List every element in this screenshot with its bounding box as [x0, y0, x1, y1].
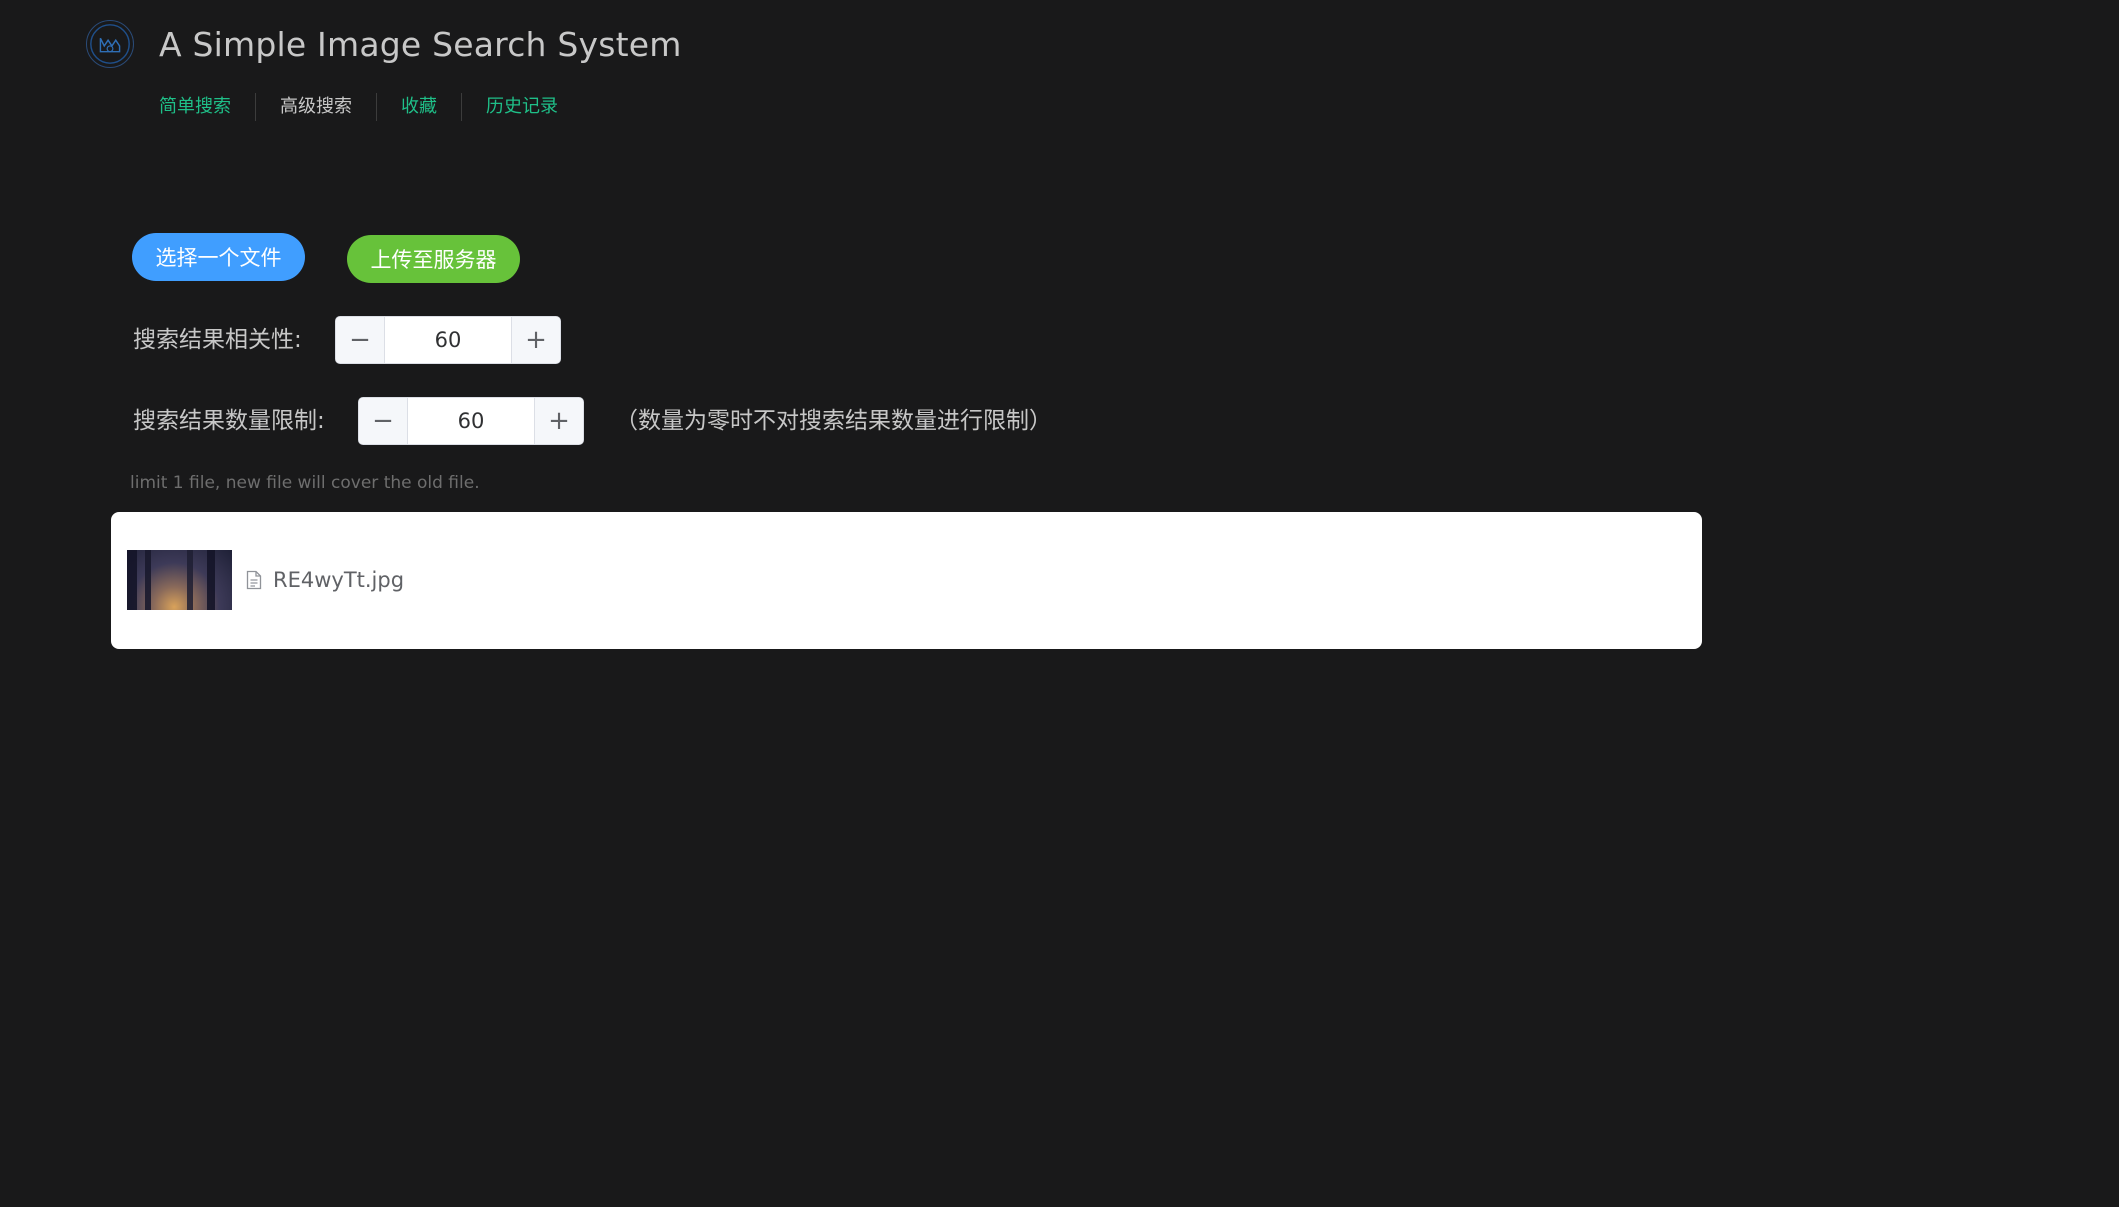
nav-divider — [376, 93, 377, 121]
nav-advanced-search[interactable]: 高级搜索 — [280, 90, 352, 124]
relevance-input[interactable] — [385, 317, 511, 363]
result-limit-stepper: − + — [358, 397, 584, 445]
upload-to-server-button[interactable]: 上传至服务器 — [347, 235, 520, 283]
nav-history[interactable]: 历史记录 — [486, 90, 558, 124]
logo-icon — [86, 20, 134, 68]
limit-decrease-button[interactable]: − — [359, 398, 408, 444]
nav-favorites[interactable]: 收藏 — [401, 90, 437, 124]
result-limit-label: 搜索结果数量限制: — [133, 408, 325, 434]
relevance-increase-button[interactable]: + — [511, 317, 560, 363]
main-nav: 简单搜索 高级搜索 收藏 历史记录 — [159, 90, 558, 124]
app-title: A Simple Image Search System — [159, 25, 682, 64]
upload-tip: limit 1 file, new file will cover the ol… — [130, 473, 480, 493]
file-thumbnail — [127, 550, 232, 610]
nav-simple-search[interactable]: 简单搜索 — [159, 90, 231, 124]
relevance-decrease-button[interactable]: − — [336, 317, 385, 363]
relevance-label: 搜索结果相关性: — [133, 327, 302, 353]
file-name: RE4wyTt.jpg — [273, 568, 405, 592]
limit-increase-button[interactable]: + — [534, 398, 583, 444]
nav-divider — [461, 93, 462, 121]
nav-divider — [255, 93, 256, 121]
limit-note: （数量为零时不对搜索结果数量进行限制） — [615, 408, 1052, 434]
select-file-button[interactable]: 选择一个文件 — [132, 233, 305, 281]
file-list: RE4wyTt.jpg — [111, 512, 1702, 649]
limit-input[interactable] — [408, 398, 534, 444]
file-list-item[interactable]: RE4wyTt.jpg — [127, 550, 404, 610]
document-icon — [246, 570, 262, 590]
relevance-stepper: − + — [335, 316, 561, 364]
